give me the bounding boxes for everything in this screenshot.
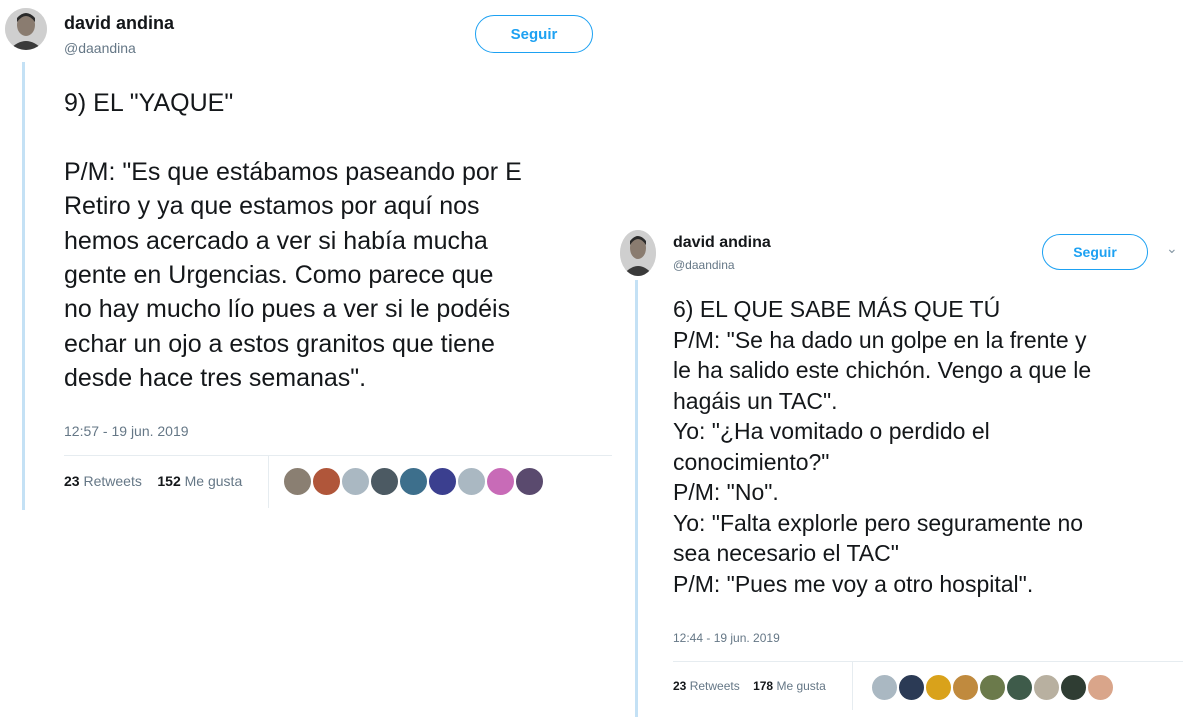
liker-avatar[interactable] [870,673,899,702]
liker-avatar[interactable] [1032,673,1061,702]
liker-avatar[interactable] [456,466,487,497]
author-handle[interactable]: @daandina [64,40,136,56]
tweet-stats: 23 Retweets 152 Me gusta [64,473,242,489]
avatar-photo-icon [620,230,656,276]
liker-avatar[interactable] [311,466,342,497]
follow-button[interactable]: Seguir [1042,234,1148,270]
retweets-label[interactable]: Retweets [690,679,740,693]
tweet-text-line: P/M: "Pues me voy a otro hospital". [673,570,1034,597]
divider [673,661,1183,662]
tweet-text-line: P/M: "Se ha dado un golpe en la frente y [673,326,1087,353]
tweet-timestamp[interactable]: 12:57 - 19 jun. 2019 [64,423,189,439]
likes-count[interactable]: 178 [753,679,773,693]
divider [852,662,853,710]
liker-avatars [282,466,545,497]
liker-avatar[interactable] [897,673,926,702]
tweet-text-line: P/M: "No". [673,479,779,505]
tweet-timestamp[interactable]: 12:44 - 19 jun. 2019 [673,631,780,645]
tweet-text-line: desde hace tres semanas". [64,364,367,393]
liker-avatar[interactable] [1059,673,1088,702]
author-handle[interactable]: @daandina [673,258,735,272]
divider [268,456,269,508]
liker-avatar[interactable] [369,466,400,497]
liker-avatar[interactable] [485,466,516,497]
author-name[interactable]: david andina [64,13,174,34]
retweets-label[interactable]: Retweets [83,473,141,489]
tweet-text-line: 9) EL "YAQUE" [64,89,234,117]
liker-avatar[interactable] [340,466,371,497]
tweet-stats: 23 Retweets 178 Me gusta [673,679,826,693]
liker-avatar[interactable] [924,673,953,702]
tweet-text-line: le ha salido este chichón. Vengo a que l… [673,357,1092,383]
avatar[interactable] [620,230,656,276]
tweet-text-line: no hay mucho lío pues a ver si le podéis [64,295,511,324]
tweet-right: david andina @daandina Seguir ⌄ 6) EL QU… [620,222,1200,717]
tweet-text-line: gente en Urgencias. Como parece que [64,261,494,290]
liker-avatars [870,673,1115,702]
tweet-left: david andina @daandina Seguir 9) EL "YAQ… [0,0,620,520]
liker-avatar[interactable] [282,466,313,497]
author-name[interactable]: david andina [673,234,771,252]
tweet-text-line [64,120,614,154]
liker-avatar[interactable] [1005,673,1034,702]
tweet-text-line: sea necesario el TAC" [673,540,899,566]
likes-label[interactable]: Me gusta [776,679,825,693]
liker-avatar[interactable] [951,673,980,702]
retweets-count[interactable]: 23 [64,473,80,489]
likes-label[interactable]: Me gusta [185,473,243,489]
liker-avatar[interactable] [514,466,545,497]
tweet-text: 6) EL QUE SABE MÁS QUE TÚ P/M: "Se ha da… [673,294,1198,599]
liker-avatar[interactable] [427,466,458,497]
likes-count[interactable]: 152 [157,473,180,489]
chevron-down-icon[interactable]: ⌄ [1166,240,1178,257]
thread-line [22,62,25,510]
tweet-text-line: echar un ojo a estos granitos que tiene [64,329,495,358]
liker-avatar[interactable] [1086,673,1115,702]
tweet-text-line: Yo: "Falta explorle pero seguramente no [673,509,1084,536]
thread-line [635,280,638,717]
tweet-text-line: 6) EL QUE SABE MÁS QUE TÚ [673,296,1001,322]
divider [64,455,612,456]
tweet-text-line: conocimiento?" [673,448,830,475]
tweet-text: 9) EL "YAQUE" P/M: "Es que estábamos pas… [64,86,614,396]
tweet-text-line: Yo: "¿Ha vomitado o perdido el [673,418,990,444]
follow-button[interactable]: Seguir [475,15,593,53]
tweet-text-line: hemos acercado a ver si había mucha [64,226,488,255]
tweet-text-line: P/M: "Es que estábamos paseando por E [64,157,522,186]
liker-avatar[interactable] [978,673,1007,702]
tweet-text-line: hagáis un TAC". [673,387,838,414]
tweet-text-line: Retiro y ya que estamos por aquí nos [64,192,480,221]
liker-avatar[interactable] [398,466,429,497]
avatar-photo-icon [5,8,47,50]
retweets-count[interactable]: 23 [673,679,686,693]
avatar[interactable] [5,8,47,50]
